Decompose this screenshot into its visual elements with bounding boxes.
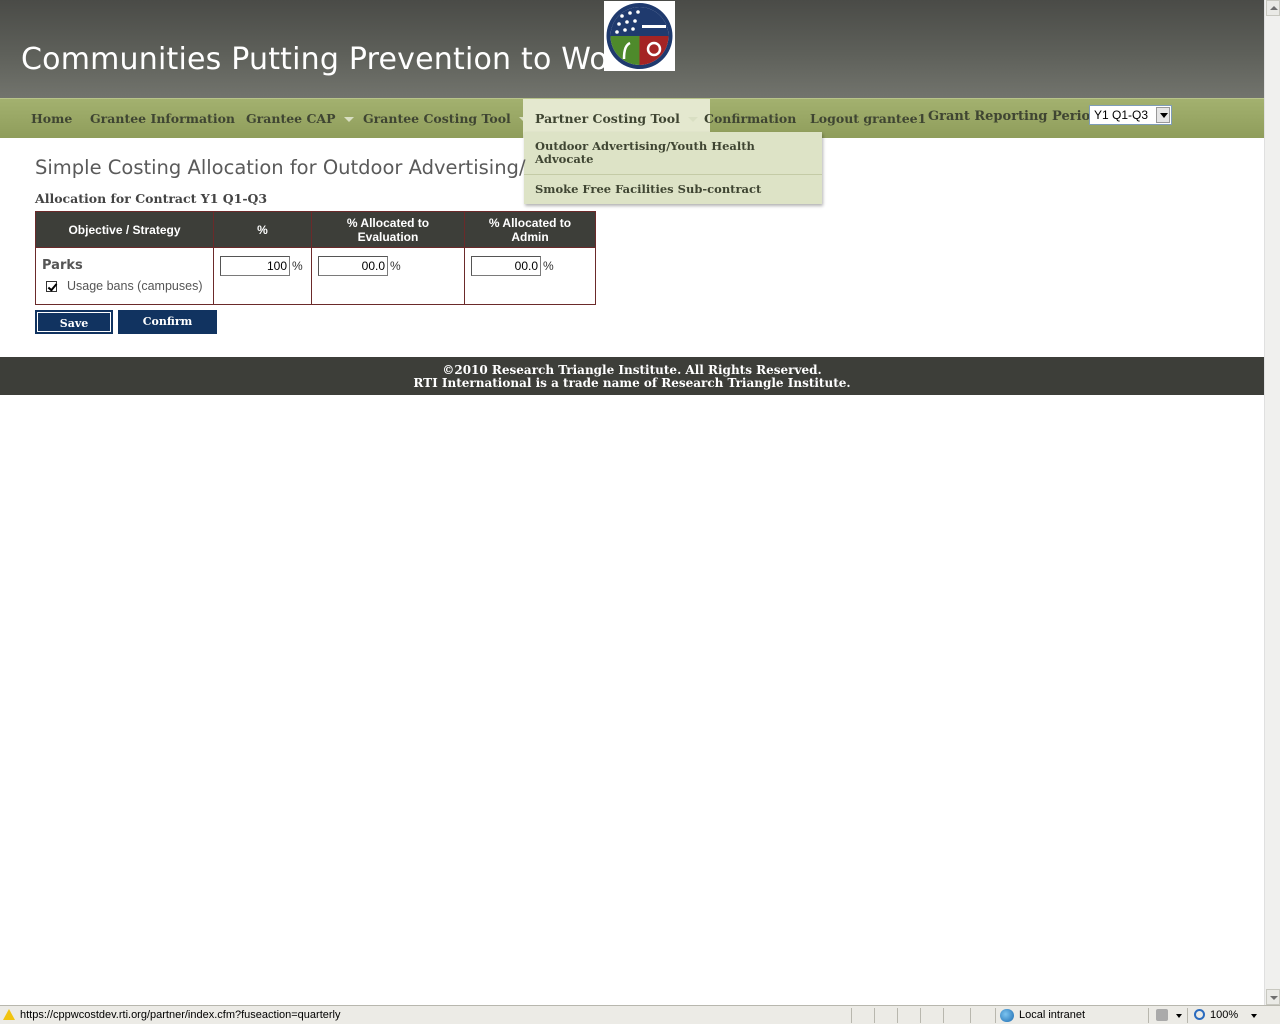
zoom-level[interactable]: 100% bbox=[1210, 1009, 1238, 1021]
table-header-row: Objective / Strategy % % Allocated to Ev… bbox=[35, 211, 596, 248]
confirm-button[interactable]: Confirm bbox=[118, 310, 217, 334]
period-select-value: Y1 Q1-Q3 bbox=[1094, 108, 1149, 122]
site-title: Communities Putting Prevention to Work bbox=[21, 42, 639, 77]
objective-name: Parks bbox=[42, 258, 83, 273]
percent-unit: % bbox=[292, 259, 303, 273]
admin-cell: 00.0% bbox=[464, 247, 596, 305]
chevron-down-icon[interactable] bbox=[1176, 1014, 1182, 1018]
status-divider bbox=[1187, 1008, 1188, 1023]
site-header: Communities Putting Prevention to Work bbox=[0, 0, 1264, 98]
status-divider bbox=[1148, 1008, 1149, 1023]
security-zone: Local intranet bbox=[1019, 1009, 1086, 1021]
admin-input[interactable]: 00.0 bbox=[471, 256, 541, 276]
status-divider bbox=[897, 1008, 898, 1023]
status-divider bbox=[851, 1008, 852, 1023]
nav-partner-costing-tool-label: Partner Costing Tool bbox=[535, 111, 680, 126]
nav-grantee-costing-tool-label: Grantee Costing Tool bbox=[363, 111, 511, 126]
page-title: Simple Costing Allocation for Outdoor Ad… bbox=[35, 156, 526, 179]
evaluation-unit: % bbox=[390, 259, 401, 273]
scroll-up-icon[interactable] bbox=[1266, 0, 1280, 16]
percent-cell: 100% bbox=[213, 247, 312, 305]
dropdown-arrow-icon[interactable] bbox=[1156, 107, 1170, 123]
vertical-scrollbar[interactable] bbox=[1264, 0, 1280, 1005]
chevron-down-icon bbox=[343, 117, 354, 122]
allocation-table: Objective / Strategy % % Allocated to Ev… bbox=[35, 211, 596, 305]
globe-icon bbox=[1000, 1009, 1014, 1022]
allocation-label: Allocation for Contract Y1 Q1-Q3 bbox=[35, 191, 268, 206]
col-header-objective: Objective / Strategy bbox=[35, 211, 214, 248]
dropdown-item-smoke-free[interactable]: Smoke Free Facilities Sub-contract bbox=[524, 175, 822, 204]
status-divider bbox=[874, 1008, 875, 1023]
warning-icon bbox=[3, 1009, 15, 1020]
admin-unit: % bbox=[543, 259, 554, 273]
partner-costing-dropdown: Outdoor Advertising/Youth Health Advocat… bbox=[524, 132, 822, 204]
strategy-checkbox[interactable] bbox=[46, 280, 57, 292]
status-divider bbox=[995, 1008, 996, 1023]
percent-input[interactable]: 100 bbox=[220, 256, 290, 276]
status-url: https://cppwcostdev.rti.org/partner/inde… bbox=[20, 1009, 341, 1021]
dropdown-item-outdoor-advertising[interactable]: Outdoor Advertising/Youth Health Advocat… bbox=[524, 132, 822, 175]
col-header-evaluation: % Allocated to Evaluation bbox=[311, 211, 465, 248]
strategy-row: Usage bans (campuses) bbox=[46, 279, 213, 293]
strategy-label: Usage bans (campuses) bbox=[67, 279, 203, 293]
status-divider bbox=[943, 1008, 944, 1023]
save-button[interactable]: Save bbox=[35, 310, 113, 334]
grant-reporting-period-label: Grant Reporting Period: bbox=[928, 109, 1105, 124]
col-header-admin: % Allocated to Admin bbox=[464, 211, 596, 248]
recovery-seal-logo bbox=[604, 1, 675, 71]
protected-mode-icon[interactable] bbox=[1156, 1009, 1168, 1021]
evaluation-cell: 00.0% bbox=[311, 247, 465, 305]
status-divider bbox=[970, 1008, 971, 1023]
objective-cell: Parks Usage bans (campuses) bbox=[35, 247, 214, 305]
nav-grantee-cap[interactable]: Grantee CAP bbox=[246, 99, 354, 138]
chevron-down-icon[interactable] bbox=[1251, 1014, 1257, 1018]
site-footer: ©2010 Research Triangle Institute. All R… bbox=[0, 357, 1264, 395]
col-header-percent: % bbox=[213, 211, 312, 248]
scroll-down-icon[interactable] bbox=[1266, 989, 1280, 1005]
nav-grantee-cap-label: Grantee CAP bbox=[246, 111, 336, 126]
table-row: Parks Usage bans (campuses) 100% 00.0% 0… bbox=[35, 247, 596, 305]
zoom-icon[interactable] bbox=[1194, 1009, 1205, 1020]
browser-status-bar: https://cppwcostdev.rti.org/partner/inde… bbox=[0, 1005, 1280, 1024]
nav-grantee-costing-tool[interactable]: Grantee Costing Tool bbox=[363, 99, 529, 138]
status-divider bbox=[920, 1008, 921, 1023]
grant-reporting-period-select[interactable]: Y1 Q1-Q3 bbox=[1089, 105, 1172, 125]
nav-grantee-information[interactable]: Grantee Information bbox=[90, 99, 235, 138]
nav-logout[interactable]: Logout grantee1 bbox=[810, 99, 926, 138]
evaluation-input[interactable]: 00.0 bbox=[318, 256, 388, 276]
chevron-down-icon bbox=[687, 117, 698, 122]
nav-home[interactable]: Home bbox=[31, 99, 72, 138]
footer-tradename: RTI International is a trade name of Res… bbox=[413, 376, 851, 390]
